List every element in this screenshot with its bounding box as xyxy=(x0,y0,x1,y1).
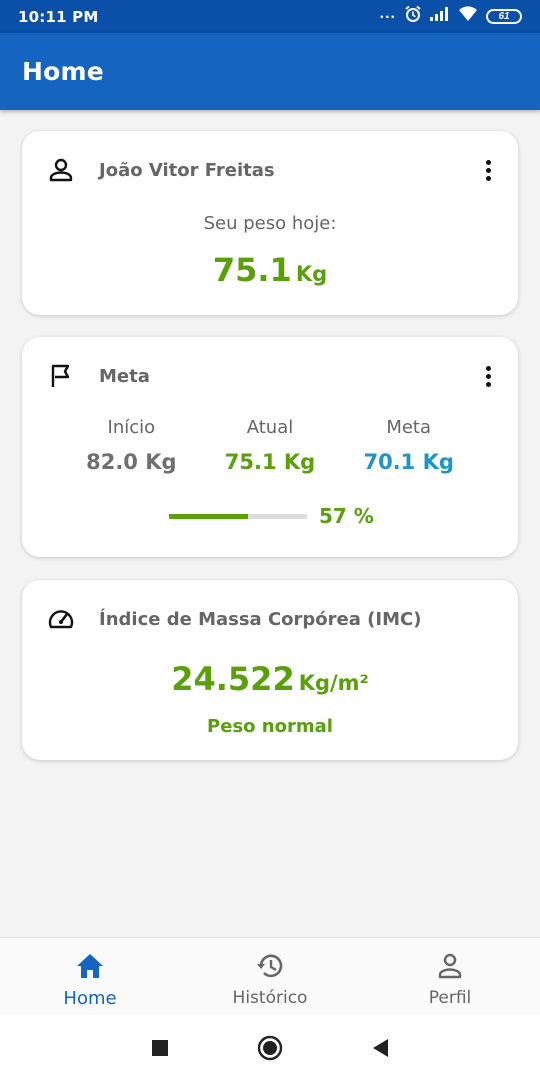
weight-label: Seu peso hoje: xyxy=(203,213,337,234)
goal-target-value: 70.1 Kg xyxy=(363,450,454,474)
bottom-navigation: Home Histórico Perfil xyxy=(0,937,540,1015)
user-name: João Vitor Freitas xyxy=(99,159,275,181)
imc-status: Peso normal xyxy=(207,716,333,737)
imc-card-header: Índice de Massa Corpórea (IMC) xyxy=(46,604,500,634)
back-triangle-icon xyxy=(373,1038,388,1057)
goal-current: Atual 75.1 Kg xyxy=(201,417,340,474)
status-icons: ... 61 xyxy=(380,5,522,28)
square-icon xyxy=(152,1039,168,1056)
flag-icon xyxy=(46,361,76,391)
goal-start: Início 82.0 Kg xyxy=(62,417,201,474)
nav-history-label: Histórico xyxy=(232,988,308,1008)
weight-unit: Kg xyxy=(295,262,328,286)
nav-profile-label: Perfil xyxy=(428,988,472,1008)
back-button[interactable] xyxy=(325,1015,435,1080)
person-icon xyxy=(46,155,76,185)
home-system-button[interactable] xyxy=(215,1015,325,1080)
imc-number: 24.522 xyxy=(171,660,295,698)
imc-unit: Kg/m² xyxy=(298,671,369,695)
status-bar: 10:11 PM ... 61 xyxy=(0,0,540,33)
signal-icon xyxy=(430,7,450,26)
imc-title: Índice de Massa Corpórea (IMC) xyxy=(99,608,422,630)
more-vert-icon[interactable] xyxy=(476,155,500,185)
goal-target: Meta 70.1 Kg xyxy=(339,417,478,474)
circle-icon xyxy=(257,1035,283,1060)
imc-value: 24.522 Kg/m² xyxy=(22,660,518,698)
app-bar: Home xyxy=(0,33,540,110)
goal-card-header: Meta xyxy=(46,361,500,391)
user-card-header: João Vitor Freitas xyxy=(46,155,500,185)
weight-value: 75.1 Kg xyxy=(22,251,518,289)
goal-progress: 57 % xyxy=(169,504,374,528)
weight-number: 75.1 xyxy=(212,251,292,289)
recents-button[interactable] xyxy=(105,1015,215,1080)
goal-card: Meta Início 82.0 Kg Atual 75.1 Kg Meta 7… xyxy=(22,337,518,557)
person-icon xyxy=(435,952,465,985)
nav-home[interactable]: Home xyxy=(0,938,180,1015)
goal-title: Meta xyxy=(99,365,150,387)
goal-current-value: 75.1 Kg xyxy=(224,450,316,474)
goal-current-label: Atual xyxy=(246,417,294,438)
goal-start-value: 82.0 Kg xyxy=(86,450,177,474)
history-icon xyxy=(255,952,285,985)
goal-target-label: Meta xyxy=(386,417,432,438)
progress-fill xyxy=(169,513,248,519)
progress-track xyxy=(169,513,307,519)
nav-home-label: Home xyxy=(63,988,117,1009)
page-title: Home xyxy=(22,57,104,86)
goal-start-label: Início xyxy=(107,417,156,438)
speedometer-icon xyxy=(46,604,76,634)
progress-percent: 57 % xyxy=(319,504,374,528)
more-vert-icon[interactable] xyxy=(476,361,500,391)
status-time: 10:11 PM xyxy=(18,7,99,26)
wifi-icon xyxy=(458,6,478,27)
user-weight-card: João Vitor Freitas Seu peso hoje: 75.1 Kg xyxy=(22,131,518,315)
imc-card: Índice de Massa Corpórea (IMC) 24.522 Kg/… xyxy=(22,580,518,760)
battery-icon: 61 xyxy=(486,9,522,24)
goal-columns: Início 82.0 Kg Atual 75.1 Kg Meta 70.1 K… xyxy=(62,417,478,474)
alarm-icon xyxy=(404,5,422,28)
nav-profile[interactable]: Perfil xyxy=(360,938,540,1015)
home-icon xyxy=(75,952,105,985)
system-navigation-bar xyxy=(0,1015,540,1080)
more-dots-icon: ... xyxy=(379,4,396,22)
nav-history[interactable]: Histórico xyxy=(180,938,360,1015)
